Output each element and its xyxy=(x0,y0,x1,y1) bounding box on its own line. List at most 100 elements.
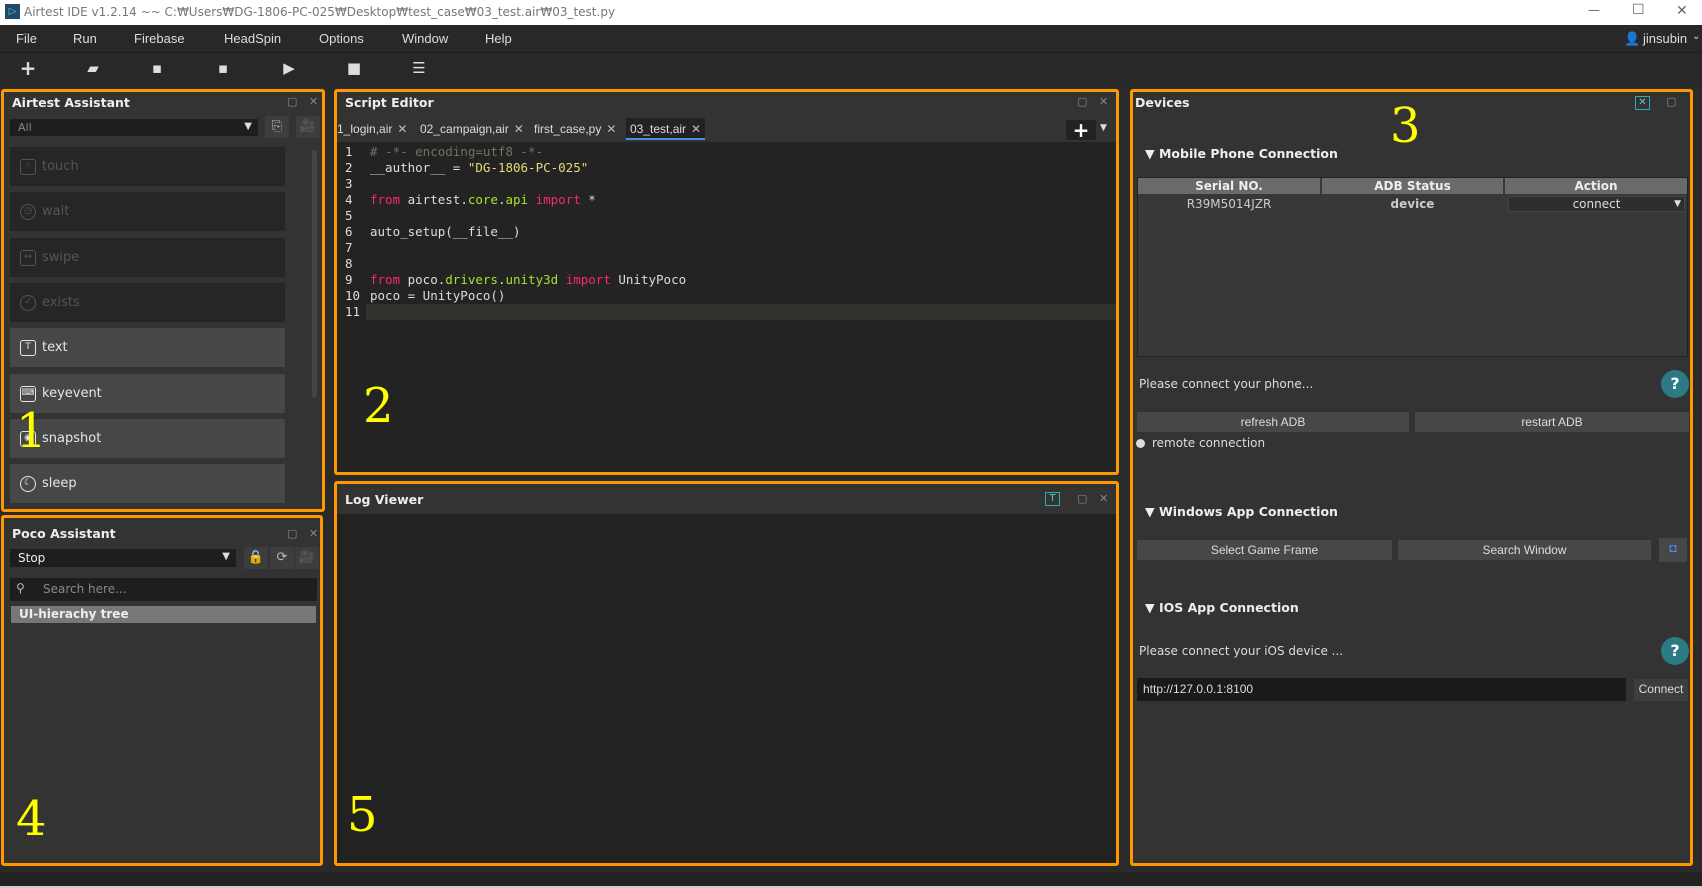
phone-hint: Please connect your phone... xyxy=(1139,377,1314,391)
item-label: sleep xyxy=(42,476,77,491)
action-sleep[interactable]: ☾ sleep xyxy=(10,464,285,503)
column-header[interactable]: Action xyxy=(1505,178,1687,194)
hand-icon: ☝ xyxy=(20,158,36,175)
table-row[interactable]: R39M5014JZR device connect ▼ xyxy=(1138,196,1687,215)
tab-03-test[interactable]: 03_test,air ✕ xyxy=(626,118,706,140)
ios-section-header[interactable]: ▼ IOS App Connection xyxy=(1145,600,1299,615)
action-text[interactable]: Ttext xyxy=(10,328,285,367)
close-icon[interactable]: ✕ xyxy=(1099,492,1108,505)
float-icon[interactable]: ▢ xyxy=(287,95,297,108)
float-icon[interactable]: ▢ xyxy=(1666,95,1676,108)
stop-icon[interactable]: ■ xyxy=(343,58,365,78)
item-label: exists xyxy=(42,295,80,310)
tab-1-login[interactable]: 1_login,air ✕ xyxy=(337,118,407,140)
close-icon[interactable]: ✕ xyxy=(606,122,616,136)
refresh-icon[interactable]: ⟳ xyxy=(270,547,294,569)
menu-help[interactable]: Help xyxy=(485,31,512,46)
close-icon[interactable]: ✕ xyxy=(309,95,318,108)
menu-run[interactable]: Run xyxy=(73,31,97,46)
filter-select[interactable]: All ▼ xyxy=(10,119,258,136)
window-target-icon[interactable]: ◘ xyxy=(1659,538,1687,562)
code-line: poco = UnityPoco() xyxy=(370,288,506,303)
search-window-button[interactable]: Search Window xyxy=(1398,540,1651,560)
tab-02-campaign[interactable]: 02_campaign,air ✕ xyxy=(420,118,524,140)
close-icon[interactable]: ✕ xyxy=(309,527,318,540)
item-label: touch xyxy=(42,159,79,174)
check-search-icon: ✓ xyxy=(20,294,36,311)
action-swipe[interactable]: ↔ swipe xyxy=(10,238,285,277)
action-exists[interactable]: ✓ exists xyxy=(10,283,285,322)
item-label: snapshot xyxy=(42,431,102,446)
screen-record-icon[interactable]: ⎘ xyxy=(265,116,289,138)
menu-headspin[interactable]: HeadSpin xyxy=(224,31,281,46)
float-icon[interactable]: ▢ xyxy=(1077,95,1087,108)
menu-window[interactable]: Window xyxy=(402,31,448,46)
remote-connection-radio[interactable]: remote connection xyxy=(1136,436,1265,450)
search-placeholder: Search here... xyxy=(43,582,127,596)
close-icon[interactable]: ✕ xyxy=(397,122,407,136)
lock-icon[interactable]: 🔒 xyxy=(244,547,268,569)
search-input[interactable]: ⚲ Search here... xyxy=(10,578,317,601)
save-icon[interactable]: ▪ xyxy=(146,58,168,78)
action-wait[interactable]: ◷ wait xyxy=(10,192,285,231)
open-folder-icon[interactable]: ▰ xyxy=(82,58,104,78)
scrollbar[interactable] xyxy=(312,150,317,398)
code-area[interactable]: 1 # -*- encoding=utf8 -*- 2 __author__ = "… xyxy=(337,142,1116,472)
close-icon[interactable]: ✕ xyxy=(514,122,524,136)
url-value: http://127.0.0.1:8100 xyxy=(1143,682,1254,696)
tab-first-case[interactable]: first_case,py ✕ xyxy=(534,118,616,140)
code-line: # -*- encoding=utf8 -*- xyxy=(370,144,544,159)
camera-icon[interactable]: 🎥 xyxy=(296,116,320,138)
filter-icon[interactable]: T xyxy=(1045,492,1060,506)
poco-mode-select[interactable]: Stop ▼ xyxy=(10,549,236,567)
chevron-down-icon[interactable]: ⌄ xyxy=(1692,31,1700,42)
restart-adb-button[interactable]: restart ADB xyxy=(1415,412,1689,432)
menu-file[interactable]: File xyxy=(16,31,37,46)
ui-hierarchy-tree-item[interactable]: UI-hierachy tree xyxy=(11,606,316,623)
user-menu[interactable]: jinsubin xyxy=(1643,31,1687,46)
line-number: 1 xyxy=(345,144,353,159)
mode-value: Stop xyxy=(18,551,46,565)
tab-list-dropdown[interactable]: ▼ xyxy=(1100,123,1107,133)
camera-icon[interactable]: 🎥 xyxy=(295,547,319,569)
add-tab-button[interactable]: + xyxy=(1066,120,1096,140)
column-header[interactable]: Serial NO. xyxy=(1138,178,1320,194)
section-title: Windows App Connection xyxy=(1158,504,1338,519)
save-as-icon[interactable]: ▪ xyxy=(212,58,234,78)
action-snapshot[interactable]: ◉ snapshot xyxy=(10,419,285,458)
maximize-button[interactable]: ☐ xyxy=(1632,2,1645,18)
log-icon[interactable]: ☰ xyxy=(408,58,430,78)
line-number: 3 xyxy=(345,176,353,191)
action-keyevent[interactable]: ⌨ keyevent xyxy=(10,374,285,413)
new-icon[interactable]: + xyxy=(17,58,39,78)
close-icon[interactable]: ✕ xyxy=(1099,95,1108,108)
ios-url-input[interactable]: http://127.0.0.1:8100 xyxy=(1137,678,1626,701)
log-area[interactable]: 5 xyxy=(337,514,1116,863)
action-touch[interactable]: ☝ touch xyxy=(10,147,285,186)
search-icon: ⚲ xyxy=(16,581,25,595)
windows-section-header[interactable]: ▼ Windows App Connection xyxy=(1145,504,1338,519)
help-icon[interactable]: ? xyxy=(1661,637,1689,665)
mobile-section-header[interactable]: ▼ Mobile Phone Connection xyxy=(1145,146,1338,161)
chevron-down-icon: ▼ xyxy=(1674,199,1681,209)
refresh-adb-button[interactable]: refresh ADB xyxy=(1137,412,1409,432)
line-number: 4 xyxy=(345,192,353,207)
select-game-frame-button[interactable]: Select Game Frame xyxy=(1137,540,1392,560)
action-select[interactable]: connect ▼ xyxy=(1508,196,1685,212)
tools-icon[interactable]: ✕ xyxy=(1635,96,1650,110)
run-icon[interactable]: ▶ xyxy=(278,58,300,78)
close-icon[interactable]: ✕ xyxy=(691,122,701,136)
panel-title: Devices xyxy=(1135,95,1190,110)
float-icon[interactable]: ▢ xyxy=(287,527,297,540)
column-header[interactable]: ADB Status xyxy=(1322,178,1503,194)
menu-options[interactable]: Options xyxy=(319,31,364,46)
title-bar: ▷ Airtest IDE v1.2.14 ~~ C:₩Users₩DG-180… xyxy=(0,0,1702,25)
line-number: 11 xyxy=(345,304,361,319)
ios-connect-button[interactable]: Connect xyxy=(1634,679,1688,701)
menu-firebase[interactable]: Firebase xyxy=(134,31,185,46)
float-icon[interactable]: ▢ xyxy=(1077,492,1087,505)
help-icon[interactable]: ? xyxy=(1661,370,1689,398)
close-window-button[interactable]: ✕ xyxy=(1676,3,1688,19)
minimize-button[interactable]: — xyxy=(1588,3,1600,17)
airtest-assistant-panel: Airtest Assistant ▢ ✕ All ▼ ⎘ 🎥 ☝ touch ◷ w… xyxy=(1,89,325,512)
